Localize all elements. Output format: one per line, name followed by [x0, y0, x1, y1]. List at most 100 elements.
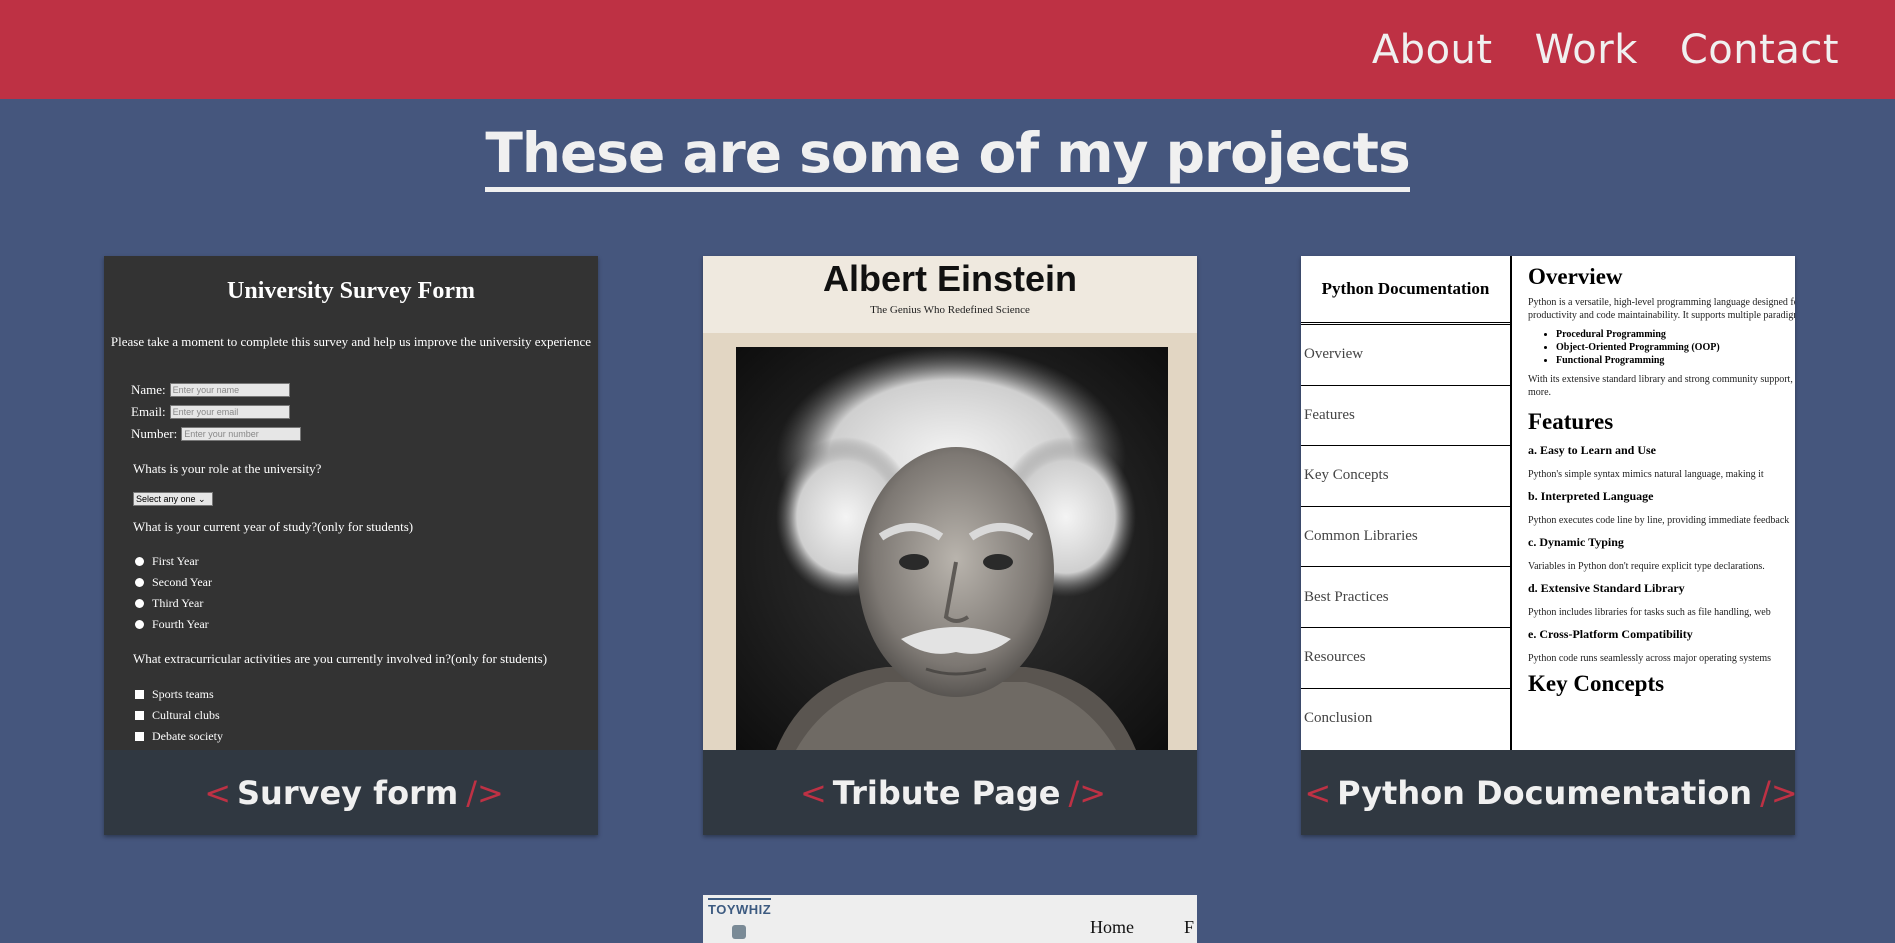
checkbox-icon	[135, 732, 144, 741]
project-screenshot-pydoc: Python Documentation Overview Features K…	[1301, 256, 1795, 750]
survey-preview-checkbox-option: Sports teams	[135, 687, 214, 702]
checkbox-icon	[135, 711, 144, 720]
survey-preview-checkbox-option: Debate society	[135, 729, 223, 744]
radio-icon	[135, 620, 144, 629]
survey-preview-number-row: Number: Enter your number	[131, 426, 302, 442]
survey-preview-select: Select any one ⌄	[133, 492, 213, 506]
survey-preview-radio-option: Second Year	[135, 575, 212, 590]
survey-preview-checkbox-option: Cultural clubs	[135, 708, 220, 723]
survey-preview-title: University Survey Form	[227, 278, 475, 304]
radio-icon	[135, 578, 144, 587]
survey-preview-radio-option: First Year	[135, 554, 199, 569]
pydoc-preview-heading: Overview	[1528, 264, 1623, 289]
einstein-portrait-image	[736, 347, 1168, 750]
open-bracket: <	[799, 773, 827, 812]
project-title: Survey form	[237, 773, 459, 812]
project-title: Python Documentation	[1337, 773, 1753, 812]
tribute-preview-subtitle: The Genius Who Redefined Science	[870, 304, 1030, 316]
pydoc-preview-nav-link: Resources	[1301, 628, 1510, 689]
survey-preview-name-row: Name: Enter your name	[131, 382, 290, 398]
projects-section-header: These are some of my projects	[0, 121, 1895, 193]
pydoc-preview-subheading: a. Easy to Learn and Use	[1528, 443, 1657, 457]
project-caption: < Tribute Page />	[703, 750, 1197, 835]
tribute-preview-header: Albert Einstein The Genius Who Redefined…	[703, 256, 1197, 333]
option-label: Cultural clubs	[152, 708, 220, 722]
project-tile-tribute-page[interactable]: Albert Einstein The Genius Who Redefined…	[703, 256, 1197, 835]
toywhiz-logo: TOYWHIZ	[708, 898, 772, 917]
chevron-down-icon: ⌄	[195, 494, 206, 504]
pydoc-preview-nav-link: Overview	[1301, 325, 1510, 386]
checkbox-icon	[135, 690, 144, 699]
project-screenshot-tribute: Albert Einstein The Genius Who Redefined…	[703, 256, 1197, 750]
portrait-illustration	[736, 347, 1168, 750]
pydoc-preview-heading: Key Concepts	[1528, 671, 1665, 696]
pydoc-preview-list-item: Procedural Programming	[1556, 328, 1795, 341]
open-bracket: <	[1304, 773, 1332, 812]
close-bracket: />	[466, 773, 504, 812]
survey-preview-email-input: Enter your email	[169, 405, 290, 419]
survey-preview-question-year: What is your current year of study?(only…	[133, 519, 414, 534]
project-caption: < Survey form />	[104, 750, 598, 835]
radio-icon	[135, 599, 144, 608]
tribute-preview-name: Albert Einstein	[822, 258, 1078, 299]
nav-link-contact[interactable]: Contact	[1680, 27, 1839, 73]
pydoc-preview-list-item: Functional Programming	[1556, 354, 1795, 367]
pydoc-preview-heading: Features	[1528, 409, 1614, 434]
project-title: Tribute Page	[832, 773, 1061, 812]
project-screenshot-survey: University Survey Form Please take a mom…	[104, 256, 598, 750]
option-label: Second Year	[152, 575, 212, 589]
survey-preview-question-role: Whats is your role at the university?	[133, 461, 322, 476]
pydoc-preview-main: Overview Python is a versatile, high-lev…	[1528, 256, 1795, 750]
toywhiz-nav-next: F	[1184, 917, 1195, 937]
pydoc-preview-list-item: Object-Oriented Programming (OOP)	[1556, 341, 1795, 354]
radio-icon	[135, 557, 144, 566]
close-bracket: />	[1068, 773, 1107, 812]
pydoc-preview-text: Variables in Python don't require explic…	[1528, 561, 1765, 572]
survey-preview-radio-option: Third Year	[135, 596, 203, 611]
pydoc-preview-text: Python code runs seamlessly across major…	[1528, 653, 1772, 664]
survey-preview-name-label: Name:	[131, 382, 166, 397]
pydoc-preview-sidebar: Python Documentation Overview Features K…	[1301, 256, 1512, 750]
navbar: About Work Contact	[0, 0, 1895, 99]
pydoc-preview-nav-title: Python Documentation	[1301, 256, 1510, 325]
pydoc-preview-text: Python's simple syntax mimics natural la…	[1528, 469, 1764, 480]
nav-link-work[interactable]: Work	[1535, 27, 1638, 73]
pydoc-preview-subheading: e. Cross-Platform Compatibility	[1528, 627, 1693, 641]
pydoc-preview-subheading: b. Interpreted Language	[1528, 489, 1654, 503]
survey-preview-select-value: Select any one	[136, 494, 196, 504]
pydoc-preview-nav-link: Conclusion	[1304, 710, 1373, 727]
project-tile-toywhiz[interactable]: TOYWHIZ Home F	[703, 895, 1197, 943]
survey-preview-name-input: Enter your name	[169, 383, 290, 397]
option-label: First Year	[152, 554, 199, 568]
pydoc-preview-text: more.	[1528, 387, 1552, 398]
pydoc-preview-nav-link: Common Libraries	[1301, 507, 1510, 568]
survey-preview-email-label: Email:	[131, 404, 166, 419]
survey-preview-description: Please take a moment to complete this su…	[110, 334, 592, 349]
pydoc-preview-text: Python includes libraries for tasks such…	[1528, 607, 1771, 618]
pydoc-preview-nav-link: Features	[1301, 386, 1510, 447]
pydoc-preview-text: Python is a versatile, high-level progra…	[1528, 297, 1795, 308]
nav-link-about[interactable]: About	[1372, 27, 1493, 73]
pydoc-preview-list: Procedural Programming Object-Oriented P…	[1556, 328, 1795, 367]
pydoc-preview-text: Python executes code line by line, provi…	[1528, 515, 1790, 526]
projects-heading: These are some of my projects	[485, 121, 1411, 193]
survey-preview-number-label: Number:	[131, 426, 178, 441]
robot-icon	[732, 925, 746, 939]
survey-preview-question-activities: What extracurricular activities are you …	[133, 651, 548, 666]
project-caption: < Python Documentation />	[1301, 750, 1798, 835]
survey-preview-email-row: Email: Enter your email	[131, 404, 290, 420]
option-label: Sports teams	[152, 687, 214, 701]
project-tile-survey-form[interactable]: University Survey Form Please take a mom…	[104, 256, 598, 835]
survey-preview-number-input: Enter your number	[181, 427, 302, 441]
pydoc-preview-nav-link: Best Practices	[1301, 567, 1510, 628]
option-label: Debate society	[152, 729, 223, 743]
open-bracket: <	[204, 773, 231, 812]
close-bracket: />	[1760, 773, 1798, 812]
pydoc-preview-subheading: d. Extensive Standard Library	[1528, 581, 1685, 595]
option-label: Fourth Year	[152, 617, 209, 631]
pydoc-preview-text: With its extensive standard library and …	[1528, 374, 1795, 385]
pydoc-preview-subheading: c. Dynamic Typing	[1528, 535, 1624, 549]
option-label: Third Year	[152, 596, 204, 610]
survey-preview-radio-option: Fourth Year	[135, 617, 209, 632]
project-tile-python-documentation[interactable]: Python Documentation Overview Features K…	[1301, 256, 1798, 835]
